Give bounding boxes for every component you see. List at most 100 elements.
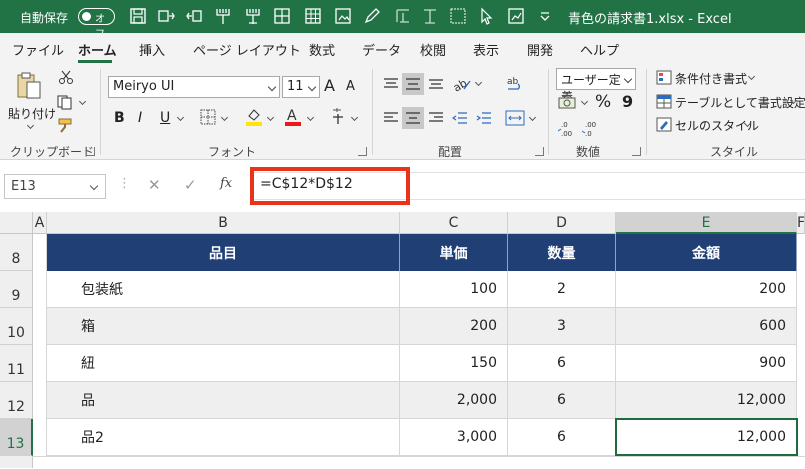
alignment-launcher-icon[interactable] — [535, 147, 544, 156]
grow-font-button[interactable]: A — [324, 76, 335, 95]
clear-filter-icon[interactable] — [213, 6, 233, 26]
enter-icon[interactable]: ✓ — [184, 176, 197, 194]
number-launcher-icon[interactable] — [632, 147, 641, 156]
table-cell-amount[interactable]: 12,000 — [616, 382, 797, 419]
increase-decimal-icon[interactable]: .0.00 — [557, 119, 578, 139]
italic-button[interactable]: I — [138, 110, 142, 126]
comma-button[interactable]: 9 — [622, 92, 633, 111]
table-cell-item[interactable]: 包装紙 — [47, 271, 400, 308]
tab-insert[interactable]: 挿入 — [139, 40, 165, 59]
font-color-dropdown-icon[interactable] — [306, 113, 315, 122]
pencil-icon[interactable] — [362, 6, 382, 26]
align-top-icon[interactable] — [383, 77, 399, 91]
shrink-font-button[interactable]: A — [346, 79, 355, 94]
conditional-format-icon[interactable] — [656, 70, 672, 85]
table-cell-quantity[interactable]: 6 — [508, 419, 616, 456]
tab-page-layout[interactable]: ページ レイアウト — [193, 40, 301, 59]
sort-icon[interactable] — [156, 6, 176, 26]
column-header-e[interactable]: E — [616, 212, 797, 234]
orientation-icon[interactable]: ab — [451, 75, 472, 95]
tab-view[interactable]: 表示 — [473, 40, 499, 59]
font-launcher-icon[interactable] — [358, 147, 367, 156]
cell-styles-icon[interactable] — [656, 117, 672, 132]
row-header-8[interactable]: 8 — [0, 234, 33, 271]
font-name-select[interactable]: Meiryo UI — [108, 76, 280, 98]
table-cell-quantity[interactable]: 6 — [508, 345, 616, 382]
border-dropdown-icon[interactable] — [220, 113, 229, 122]
table-cell-item[interactable]: 品 — [47, 382, 400, 419]
format-painter-brush-icon[interactable] — [57, 117, 75, 133]
percent-button[interactable]: % — [595, 92, 611, 112]
merge-center-icon[interactable] — [505, 109, 525, 127]
copy-dropdown-icon[interactable] — [78, 97, 87, 106]
table-header-unit-price[interactable]: 単価 — [400, 234, 508, 271]
grid-lines-icon[interactable] — [448, 6, 468, 26]
number-format-select[interactable]: ユーザー定義 — [556, 68, 636, 104]
chart-icon[interactable] — [506, 6, 526, 26]
table-header-amount[interactable]: 金額 — [616, 234, 797, 271]
brush-icon[interactable] — [243, 6, 263, 26]
fill-color-icon[interactable] — [245, 107, 263, 127]
format-painter-icon[interactable] — [420, 6, 440, 26]
currency-dropdown-icon[interactable] — [580, 97, 589, 106]
table-header-item[interactable]: 品目 — [47, 234, 400, 271]
decrease-decimal-icon[interactable]: .00.0 — [581, 119, 602, 139]
underline-button[interactable]: U — [160, 110, 170, 126]
table-cell-unit-price[interactable]: 150 — [400, 345, 508, 382]
table-cell-quantity[interactable]: 2 — [508, 271, 616, 308]
table-cell-unit-price[interactable]: 100 — [400, 271, 508, 308]
orientation-dropdown-icon[interactable] — [474, 78, 483, 87]
align-middle-icon[interactable] — [402, 73, 424, 95]
table-cell-quantity[interactable]: 3 — [508, 308, 616, 345]
align-left-icon[interactable] — [383, 111, 399, 125]
underline-dropdown-icon[interactable] — [176, 113, 185, 122]
format-as-table-icon[interactable] — [656, 94, 672, 109]
select-all-corner[interactable] — [0, 212, 33, 234]
table-cell-amount[interactable]: 600 — [616, 308, 797, 345]
row-header-11[interactable]: 11 — [0, 345, 33, 382]
bold-button[interactable]: B — [114, 110, 125, 126]
table-cell-item[interactable]: 紐 — [47, 345, 400, 382]
column-header-f[interactable]: F — [797, 212, 805, 234]
currency-icon[interactable] — [558, 95, 578, 111]
align-center-icon[interactable] — [402, 107, 424, 129]
column-header-a[interactable]: A — [33, 212, 47, 234]
tab-help[interactable]: ヘルプ — [580, 40, 619, 59]
clipboard-launcher-icon[interactable] — [86, 147, 95, 156]
table-cell-amount[interactable]: 900 — [616, 345, 797, 382]
merge-dropdown-icon[interactable] — [528, 113, 537, 122]
phonetic-dropdown-icon[interactable] — [350, 113, 359, 122]
picture-icon[interactable] — [333, 6, 353, 26]
autosave-toggle[interactable]: オフ — [78, 8, 115, 40]
fill-color-dropdown-icon[interactable] — [266, 113, 275, 122]
paste-label[interactable]: 貼り付け — [8, 105, 56, 122]
paste-icon[interactable] — [14, 71, 44, 101]
border-icon[interactable] — [200, 109, 216, 125]
filter-icon[interactable] — [184, 6, 204, 26]
cut-icon[interactable] — [58, 69, 74, 85]
font-size-select[interactable]: 11 — [282, 76, 320, 98]
table-icon[interactable] — [272, 6, 292, 26]
table-cell-item[interactable]: 箱 — [47, 308, 400, 345]
format-as-table-button[interactable]: テーブルとして書式設定 — [675, 94, 805, 111]
row-header-9[interactable]: 9 — [0, 271, 33, 308]
insert-function-icon[interactable]: fx — [220, 176, 232, 191]
align-bottom-icon[interactable] — [428, 77, 444, 91]
copy-icon[interactable] — [56, 94, 74, 110]
align-right-icon[interactable] — [428, 111, 444, 125]
tab-developer[interactable]: 開発 — [527, 40, 553, 59]
conditional-format-dropdown-icon[interactable] — [747, 72, 756, 81]
column-header-d[interactable]: D — [508, 212, 616, 234]
table-cell-quantity[interactable]: 6 — [508, 382, 616, 419]
font-color-icon[interactable]: A — [284, 107, 302, 127]
column-header-b[interactable]: B — [47, 212, 400, 234]
table-header-quantity[interactable]: 数量 — [508, 234, 616, 271]
tab-home[interactable]: ホーム — [78, 40, 117, 59]
tab-data[interactable]: データ — [362, 40, 401, 59]
active-cell-e13[interactable]: 12,000 — [615, 418, 798, 456]
table-cell-unit-price[interactable]: 3,000 — [400, 419, 508, 456]
cancel-icon[interactable]: ✕ — [148, 176, 161, 194]
decrease-indent-icon[interactable] — [451, 111, 468, 125]
table-cell-unit-price[interactable]: 2,000 — [400, 382, 508, 419]
tab-review[interactable]: 校閲 — [420, 40, 446, 59]
